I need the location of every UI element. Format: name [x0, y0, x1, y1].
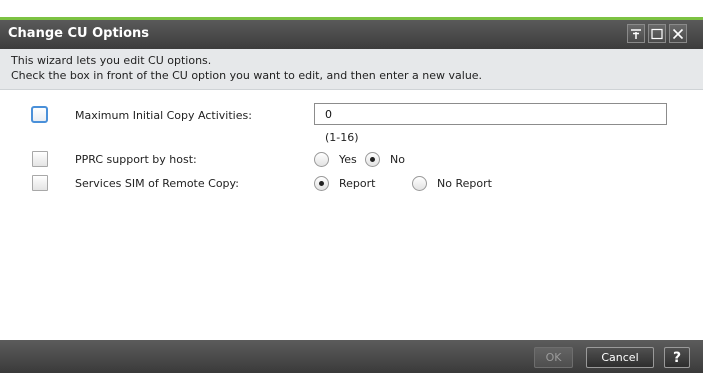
maximize-icon: [651, 28, 663, 39]
pprc-yes-radio[interactable]: [314, 152, 329, 167]
sim-report-radio[interactable]: [314, 176, 329, 191]
help-button[interactable]: ?: [664, 347, 690, 368]
close-icon: [672, 28, 684, 39]
pprc-no-radio[interactable]: [365, 152, 380, 167]
info-text-line-2: Check the box in front of the CU option …: [11, 69, 483, 82]
max-copy-input[interactable]: 0: [314, 103, 667, 125]
pprc-label: PPRC support by host:: [75, 153, 197, 166]
close-button[interactable]: [669, 24, 687, 43]
info-text-line-1: This wizard lets you edit CU options.: [11, 54, 212, 67]
pprc-checkbox[interactable]: [32, 151, 48, 167]
pprc-no-label: No: [390, 153, 405, 166]
pin-icon: [631, 28, 641, 39]
title-bar: Change CU Options: [0, 20, 703, 49]
ok-button[interactable]: OK: [534, 347, 573, 368]
info-panel: This wizard lets you edit CU options. Ch…: [0, 49, 703, 90]
max-copy-range-hint: (1-16): [325, 131, 359, 144]
sim-no-report-label: No Report: [437, 177, 492, 190]
sim-checkbox[interactable]: [32, 175, 48, 191]
max-copy-checkbox[interactable]: [31, 106, 48, 123]
sim-no-report-radio[interactable]: [412, 176, 427, 191]
max-copy-label: Maximum Initial Copy Activities:: [75, 109, 252, 122]
sim-label: Services SIM of Remote Copy:: [75, 177, 239, 190]
pprc-yes-label: Yes: [339, 153, 357, 166]
sim-report-label: Report: [339, 177, 376, 190]
change-cu-options-dialog: Change CU Options This wizard lets you e…: [0, 0, 703, 373]
dialog-title: Change CU Options: [8, 26, 150, 41]
pin-button[interactable]: [627, 24, 645, 43]
dialog-footer: OK Cancel ?: [0, 340, 703, 373]
maximize-button[interactable]: [648, 24, 666, 43]
cancel-button[interactable]: Cancel: [586, 347, 654, 368]
